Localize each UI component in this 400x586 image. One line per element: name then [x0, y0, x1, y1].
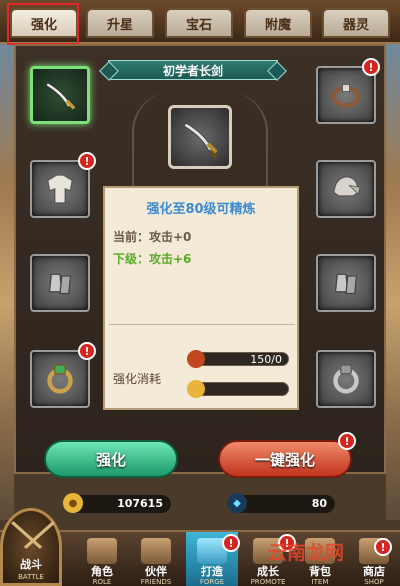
current-stat-text: 当前：攻击+0 — [113, 230, 192, 244]
one-click-enhance-button[interactable]: 一键强化 — [218, 440, 352, 478]
background-left — [0, 40, 14, 520]
nav-label: 商店 — [363, 565, 385, 578]
nav-shop[interactable]: 商店 SHOP — [348, 532, 400, 586]
equip-slot-boots[interactable] — [316, 254, 376, 312]
equip-slot-helmet[interactable] — [316, 160, 376, 218]
tab-star-up[interactable]: 升星 — [86, 8, 154, 38]
nav-label: 成长 — [257, 565, 279, 578]
nav-label: 打造 — [201, 565, 223, 578]
gold-amount: 107615 — [117, 497, 163, 510]
gold-cost-bar — [187, 380, 289, 398]
background-right — [386, 40, 400, 520]
nav-battle[interactable]: 战斗 BATTLE — [0, 508, 62, 586]
ring-icon — [47, 364, 73, 394]
material-cost-bar: 150/0 — [187, 350, 289, 368]
enhance-button[interactable]: 强化 — [44, 440, 178, 478]
nav-label-en: SHOP — [364, 578, 384, 586]
refine-requirement-text: 强化至80级可精炼 — [146, 202, 256, 217]
enhance-stone-icon — [187, 350, 205, 368]
nav-label: 角色 — [91, 565, 113, 578]
nav-friends[interactable]: 伙伴 FRIENDS — [130, 532, 182, 586]
nav-label-en: PROMOTE — [250, 578, 286, 586]
tab-gem[interactable]: 宝石 — [165, 8, 233, 38]
gauntlet-icon — [334, 273, 358, 295]
next-stat-text: 下级：攻击+6 — [113, 252, 192, 266]
alert-badge: ! — [338, 432, 356, 450]
item-name-banner: 初学者长剑 — [108, 60, 278, 80]
alert-badge: ! — [374, 538, 392, 556]
tab-enchant[interactable]: 附魔 — [244, 8, 312, 38]
ring-icon — [333, 364, 359, 394]
nav-label-en: ITEM — [311, 578, 329, 586]
cost-label: 强化消耗 — [113, 372, 162, 386]
nav-label-en: FORGE — [199, 578, 225, 586]
nav-label-en: FRIENDS — [140, 578, 172, 586]
equip-slot-ring[interactable] — [30, 350, 90, 408]
bracelet-icon — [331, 84, 361, 108]
diamond-amount: 80 — [311, 497, 327, 510]
sword-icon — [45, 82, 76, 110]
alert-badge: ! — [78, 152, 96, 170]
role-icon — [87, 538, 117, 564]
gauntlet-icon — [48, 273, 72, 295]
alert-badge: ! — [362, 58, 380, 76]
cards-icon — [141, 538, 171, 564]
diamond-icon: ◆ — [227, 493, 247, 513]
nav-label: 背包 — [309, 565, 331, 578]
alert-badge: ! — [78, 342, 96, 360]
nav-label-en: ROLE — [92, 578, 112, 586]
card-divider — [109, 324, 295, 325]
selected-item-display — [168, 105, 232, 169]
helmet-icon — [333, 176, 361, 197]
crossed-swords-icon — [11, 521, 55, 549]
enhance-info-card: 强化至80级可精炼 当前：攻击+0 下级：攻击+6 强化消耗 150/0 — [103, 186, 299, 410]
armor-icon — [47, 174, 73, 204]
nav-role[interactable]: 角色 ROLE — [76, 532, 128, 586]
tab-highlight-box — [7, 3, 79, 45]
nav-label: 战斗 — [20, 558, 42, 571]
equip-slot-ring-2[interactable] — [316, 350, 376, 408]
tab-soul[interactable]: 器灵 — [322, 8, 390, 38]
nav-label: 伙伴 — [145, 565, 167, 578]
equip-slot-gloves[interactable] — [30, 254, 90, 312]
equip-slot-armor[interactable] — [30, 160, 90, 218]
watermark: 云南龙网 — [268, 542, 345, 564]
material-cost-value: 150/0 — [250, 352, 282, 366]
alert-badge: ! — [222, 534, 240, 552]
gold-coin-icon: ● — [63, 493, 83, 513]
gold-coin-icon — [187, 380, 205, 398]
nav-label-en: BATTLE — [18, 573, 44, 581]
gold-counter: ● 107615 — [63, 493, 172, 514]
sword-icon — [183, 122, 219, 160]
item-name: 初学者长剑 — [162, 63, 223, 78]
equip-slot-weapon[interactable] — [30, 66, 90, 124]
diamond-counter: ◆ 80 — [227, 493, 336, 514]
